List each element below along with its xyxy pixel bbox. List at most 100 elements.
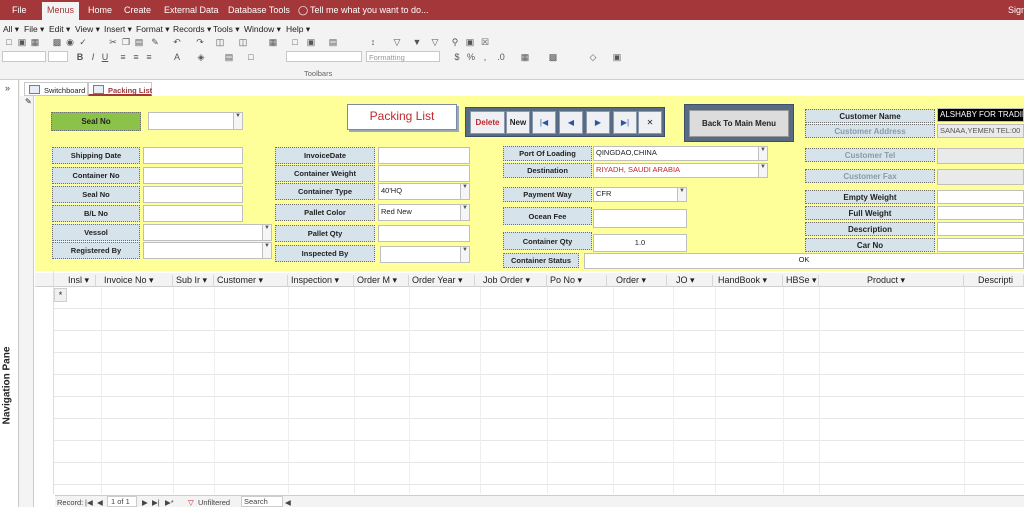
pallet-color-combo[interactable]: Red New ▼ [378,204,470,221]
comma-icon[interactable]: , [480,53,490,62]
paste-icon[interactable]: ▤ [134,38,144,47]
tab-menus[interactable]: Menus [42,2,80,20]
ocean-fee-field[interactable] [593,209,687,228]
dropdown-arrow-icon[interactable]: ▼ [460,247,469,262]
menu-window[interactable]: Window ▾ [244,24,281,35]
spelling-icon[interactable]: ✓ [78,38,88,47]
vessol-combo[interactable]: ▼ [143,224,272,241]
col-header-handbook[interactable]: HandBook ▾ [715,275,783,287]
line-color-icon[interactable]: ▤ [224,53,234,62]
tab-switchboard[interactable]: Switchboard [24,82,88,96]
col-header-order-year[interactable]: Order Year ▾ [409,275,475,287]
bl-no-field[interactable] [143,205,243,222]
underline-icon[interactable]: U [100,53,110,62]
menu-tools[interactable]: Tools ▾ [213,24,239,35]
shipping-date-field[interactable] [143,147,243,164]
tab-create[interactable]: Create [124,5,151,15]
customer-name-field[interactable]: ALSHABY FOR TRADING [937,108,1024,122]
new-icon[interactable]: □ [4,38,14,47]
tab-packing-list[interactable]: Packing List [88,82,152,96]
tab-external-data[interactable]: External Data [164,5,219,15]
invoice-date-field[interactable] [378,147,470,164]
dropdown-arrow-icon[interactable]: ▼ [677,188,686,201]
new-record-nav-icon[interactable]: ▶* [165,498,174,507]
container-qty-field[interactable]: 1.0 [593,234,687,252]
dropdown-arrow-icon[interactable]: ▼ [262,243,271,258]
formatting-select[interactable]: Formatting [366,51,440,62]
container-no-field[interactable] [143,167,243,184]
col-header-insl[interactable]: Insl ▾ [65,275,96,287]
undo-icon[interactable]: ↶ [172,38,182,47]
last-record-nav-icon[interactable]: ▶| [152,498,160,507]
menu-insert[interactable]: Insert ▾ [104,24,132,35]
table-icon[interactable]: ▦ [268,38,278,47]
record-position[interactable]: 1 of 1 [107,496,137,507]
navigation-pane[interactable]: » Navigation Pane [0,80,19,507]
col-header-inspection[interactable]: Inspection ▾ [288,275,354,287]
seal-no-combo[interactable]: ▼ [148,112,243,130]
customer-tel-field[interactable] [937,148,1024,164]
col-header-product[interactable]: Product ▾ [819,275,964,287]
dropdown-arrow-icon[interactable]: ▼ [758,164,767,177]
inspected-by-combo[interactable]: ▼ [380,246,470,263]
col-header-sub-ir[interactable]: Sub Ir ▾ [173,275,214,287]
empty-weight-field[interactable] [937,190,1024,204]
col-header-description[interactable]: Descripti [964,275,1024,287]
insert-icon[interactable]: ◫ [238,38,248,47]
menu-records[interactable]: Records ▾ [173,24,211,35]
seal-no-field[interactable] [143,186,243,203]
arrange-icon[interactable]: ▣ [612,53,622,62]
font-size-select[interactable] [48,51,68,62]
gridlines-icon[interactable]: ▦ [520,53,530,62]
col-header-order[interactable]: Order ▾ [613,275,667,287]
port-of-loading-combo[interactable]: QINGDAO,CHINA ▼ [593,146,768,161]
dropdown-arrow-icon[interactable]: ▼ [460,184,469,199]
back-to-main-menu-button[interactable]: Back To Main Menu [689,110,789,137]
shape-icon[interactable]: ◇ [588,53,598,62]
menu-format[interactable]: Format ▾ [136,24,170,35]
align-center-icon[interactable]: ≡ [131,53,141,62]
last-record-icon[interactable]: ▶| [613,111,637,134]
bold-icon[interactable]: B [75,53,85,62]
container-status-field[interactable]: OK [584,253,1024,269]
chart-icon[interactable]: ▤ [328,38,338,47]
font-color-icon[interactable]: A [172,53,182,62]
car-no-field[interactable] [937,238,1024,252]
col-header-invoice-no[interactable]: Invoice No ▾ [101,275,173,287]
fill-color-icon[interactable]: ◈ [196,53,206,62]
align-left-icon[interactable]: ≡ [118,53,128,62]
next-record-nav-icon[interactable]: ▶ [142,498,148,507]
customer-address-field[interactable]: SANAA,YEMEN TEL:00 [937,124,1024,138]
cut-icon[interactable]: ✂ [108,38,118,47]
col-header-po-no[interactable]: Po No ▾ [547,275,607,287]
save-icon[interactable]: ▦ [30,38,40,47]
container-type-combo[interactable]: 40'HQ ▼ [378,183,470,200]
condition-icon[interactable]: ▩ [548,53,558,62]
payment-way-combo[interactable]: CFR ▼ [593,187,687,202]
sort-icon[interactable]: ↕ [368,38,378,47]
font-name-select[interactable] [2,51,46,62]
col-header-hbse[interactable]: HBSe ▾ [783,275,819,287]
open-icon[interactable]: ▣ [17,38,27,47]
dropdown-arrow-icon[interactable]: ▼ [262,225,271,240]
layout-icon[interactable]: ▣ [306,38,316,47]
prev-record-nav-icon[interactable]: ◀ [97,498,103,507]
col-header-order-m[interactable]: Order M ▾ [354,275,409,287]
registered-by-combo[interactable]: ▼ [143,242,272,259]
filter-status[interactable]: Unfiltered [198,498,230,507]
first-record-icon[interactable]: |◀ [532,111,556,134]
tab-home[interactable]: Home [88,5,112,15]
record-selector[interactable]: ✎ [20,96,34,507]
menu-all[interactable]: All ▾ [3,24,19,35]
relationships-icon[interactable]: ▣ [465,38,475,47]
packing-list-datasheet[interactable]: Insl ▾ Invoice No ▾ Sub Ir ▾ Customer ▾ … [35,271,1024,494]
col-header-customer[interactable]: Customer ▾ [214,275,288,287]
dropdown-arrow-icon[interactable]: ▼ [460,205,469,220]
sign-in-link[interactable]: Sign [1008,5,1024,15]
delete-record-icon[interactable]: ☒ [480,38,490,47]
prev-record-icon[interactable]: ◀ [559,111,583,134]
menu-view[interactable]: View ▾ [75,24,100,35]
nav-pane-toggle-icon[interactable]: » [5,83,10,93]
menu-edit[interactable]: Edit ▾ [49,24,70,35]
col-header-jo[interactable]: JO ▾ [673,275,713,287]
